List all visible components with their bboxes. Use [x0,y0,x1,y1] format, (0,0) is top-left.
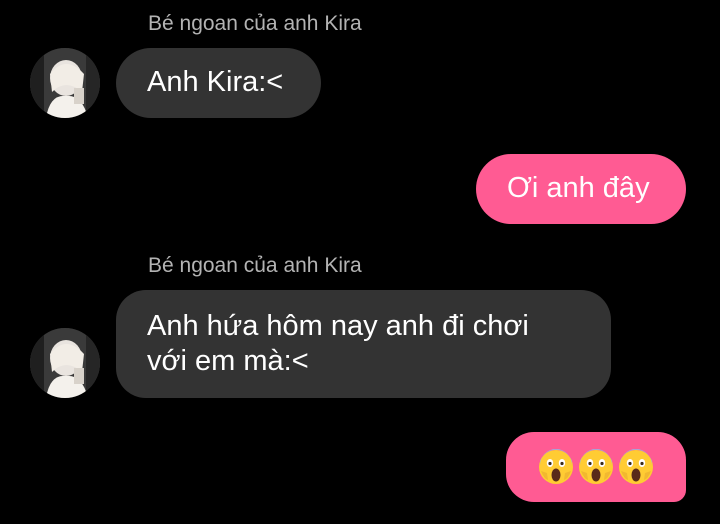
avatar[interactable] [30,328,100,398]
face-screaming-in-fear-icon [539,449,573,484]
sender-name: Bé ngoan của anh Kira [148,254,362,277]
outgoing-emoji-bubble[interactable] [506,432,686,502]
face-screaming-in-fear-icon [579,449,613,484]
face-screaming-in-fear-icon [619,449,653,484]
message-text: Anh Kira:< [147,66,284,98]
incoming-message-bubble[interactable]: Anh Kira:< [116,48,321,118]
message-text: Anh hứa hôm nay anh đi chơi với em mà:< [147,310,529,377]
outgoing-message-bubble[interactable]: Ơi anh đây [476,154,686,224]
incoming-message-bubble[interactable]: Anh hứa hôm nay anh đi chơi với em mà:< [116,290,611,398]
message-text: Ơi anh đây [507,172,650,204]
sender-name: Bé ngoan của anh Kira [148,12,362,35]
avatar[interactable] [30,48,100,118]
